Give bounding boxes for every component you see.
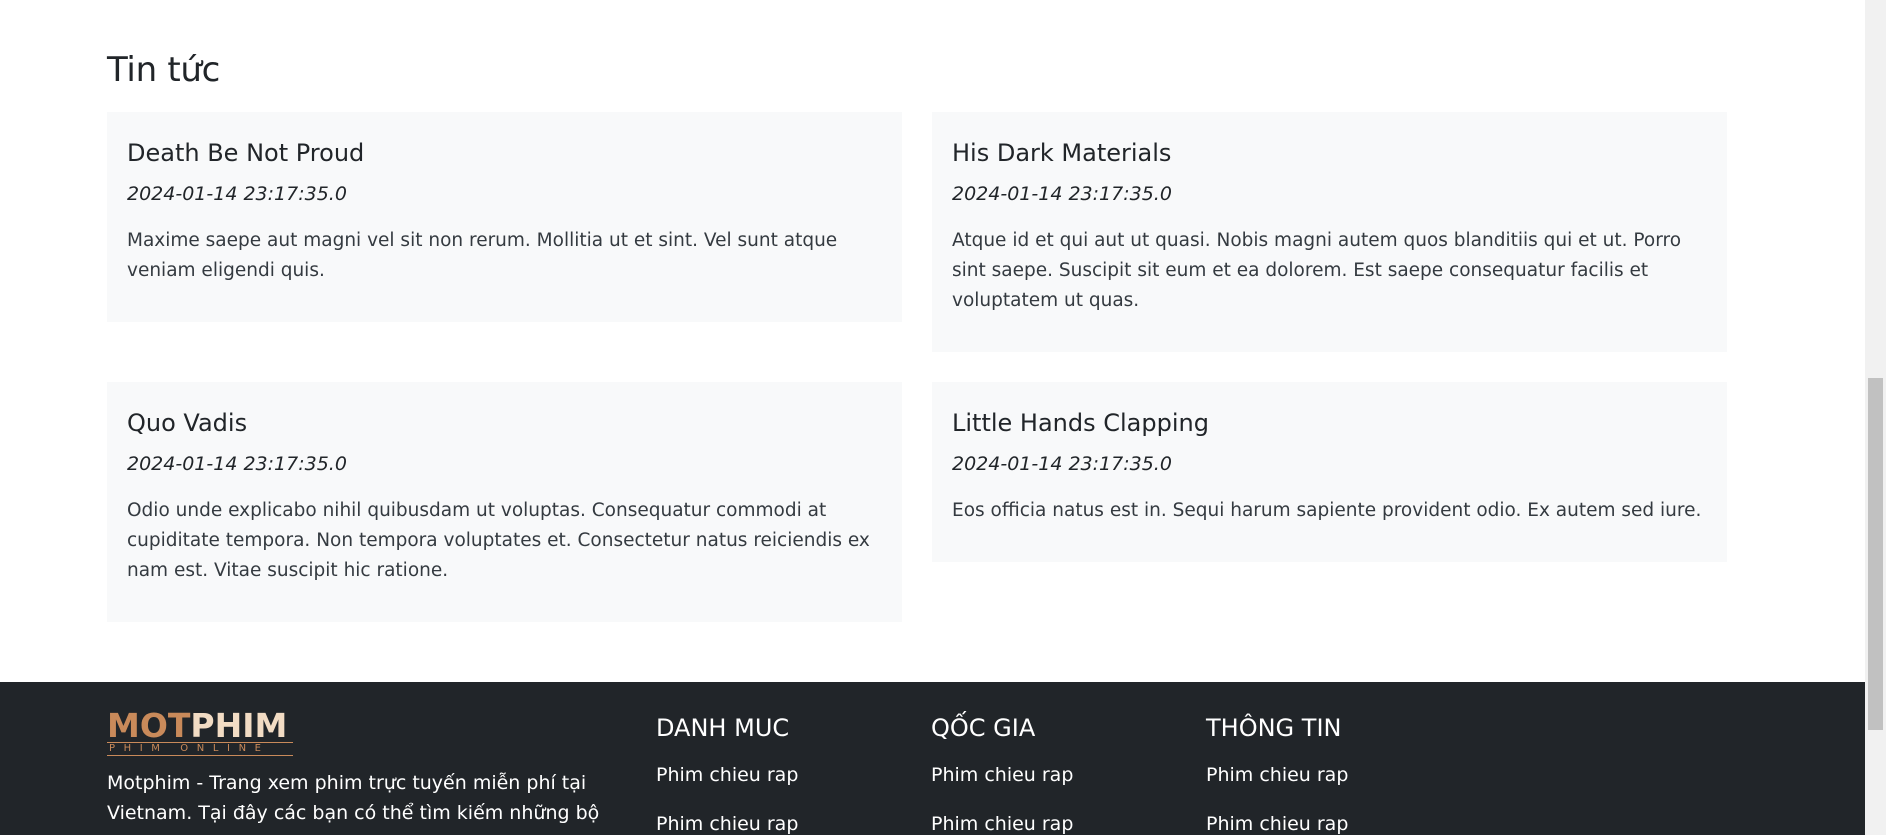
footer-link-item: Phim chieu rap xyxy=(656,763,798,787)
footer-link[interactable]: Phim chieu rap xyxy=(931,764,1073,786)
footer-column-title: THÔNG TIN xyxy=(1206,714,1342,742)
news-title[interactable]: His Dark Materials xyxy=(952,138,1707,168)
footer-column-title: DANH MUC xyxy=(656,714,790,742)
news-card[interactable]: Death Be Not Proud 2024-01-14 23:17:35.0… xyxy=(107,112,902,322)
footer-link-item: Phim chieu rap xyxy=(1206,812,1348,835)
news-card[interactable]: His Dark Materials 2024-01-14 23:17:35.0… xyxy=(932,112,1727,352)
news-date: 2024-01-14 23:17:35.0 xyxy=(127,183,347,205)
news-date: 2024-01-14 23:17:35.0 xyxy=(952,453,1172,475)
footer-link-item: Phim chieu rap xyxy=(931,812,1073,835)
footer-link-list: Phim chieu rap Phim chieu rap xyxy=(656,763,798,835)
footer-link[interactable]: Phim chieu rap xyxy=(656,764,798,786)
news-date: 2024-01-14 23:17:35.0 xyxy=(952,183,1172,205)
news-card[interactable]: Quo Vadis 2024-01-14 23:17:35.0 Odio und… xyxy=(107,382,902,622)
footer-column-quoc-gia: QỐC GIA Phim chieu rap Phim chieu rap xyxy=(931,713,1073,835)
logo-part-phim: PHIM xyxy=(190,706,288,745)
logo-tagline: PHIM ONLINE xyxy=(107,742,293,756)
footer-link[interactable]: Phim chieu rap xyxy=(1206,764,1348,786)
footer-column-thong-tin: THÔNG TIN Phim chieu rap Phim chieu rap xyxy=(1206,713,1348,835)
news-date: 2024-01-14 23:17:35.0 xyxy=(127,453,347,475)
scrollbar-thumb[interactable] xyxy=(1868,378,1883,730)
footer-column-danh-muc: DANH MUC Phim chieu rap Phim chieu rap xyxy=(656,713,798,835)
news-summary: Maxime saepe aut magni vel sit non rerum… xyxy=(127,230,838,281)
news-summary: Atque id et qui aut ut quasi. Nobis magn… xyxy=(952,230,1682,311)
news-title[interactable]: Little Hands Clapping xyxy=(952,408,1707,438)
footer-link-item: Phim chieu rap xyxy=(656,812,798,835)
news-title[interactable]: Quo Vadis xyxy=(127,408,882,438)
news-card[interactable]: Little Hands Clapping 2024-01-14 23:17:3… xyxy=(932,382,1727,562)
footer-column-title: QỐC GIA xyxy=(931,714,1036,742)
vertical-scrollbar[interactable] xyxy=(1865,0,1886,835)
news-summary: Odio unde explicabo nihil quibusdam ut v… xyxy=(127,500,870,581)
footer-link-list: Phim chieu rap Phim chieu rap xyxy=(931,763,1073,835)
news-summary: Eos officia natus est in. Sequi harum sa… xyxy=(952,500,1702,521)
footer-link-list: Phim chieu rap Phim chieu rap xyxy=(1206,763,1348,835)
footer-link-item: Phim chieu rap xyxy=(931,763,1073,787)
footer-description: Motphim - Trang xem phim trực tuyến miễn… xyxy=(107,772,600,835)
news-heading: Tin tức xyxy=(107,50,220,90)
logo-part-mot: MOT xyxy=(107,706,191,745)
motphim-logo[interactable]: MOTPHIM PHIM ONLINE xyxy=(107,709,293,757)
footer-link[interactable]: Phim chieu rap xyxy=(931,813,1073,835)
logo-wordmark: MOTPHIM xyxy=(107,709,287,743)
footer-link[interactable]: Phim chieu rap xyxy=(1206,813,1348,835)
news-title[interactable]: Death Be Not Proud xyxy=(127,138,882,168)
footer-link-item: Phim chieu rap xyxy=(1206,763,1348,787)
footer-link[interactable]: Phim chieu rap xyxy=(656,813,798,835)
site-footer: MOTPHIM PHIM ONLINE Motphim - Trang xem … xyxy=(0,682,1865,835)
page: Tin tức Death Be Not Proud 2024-01-14 23… xyxy=(0,0,1886,835)
